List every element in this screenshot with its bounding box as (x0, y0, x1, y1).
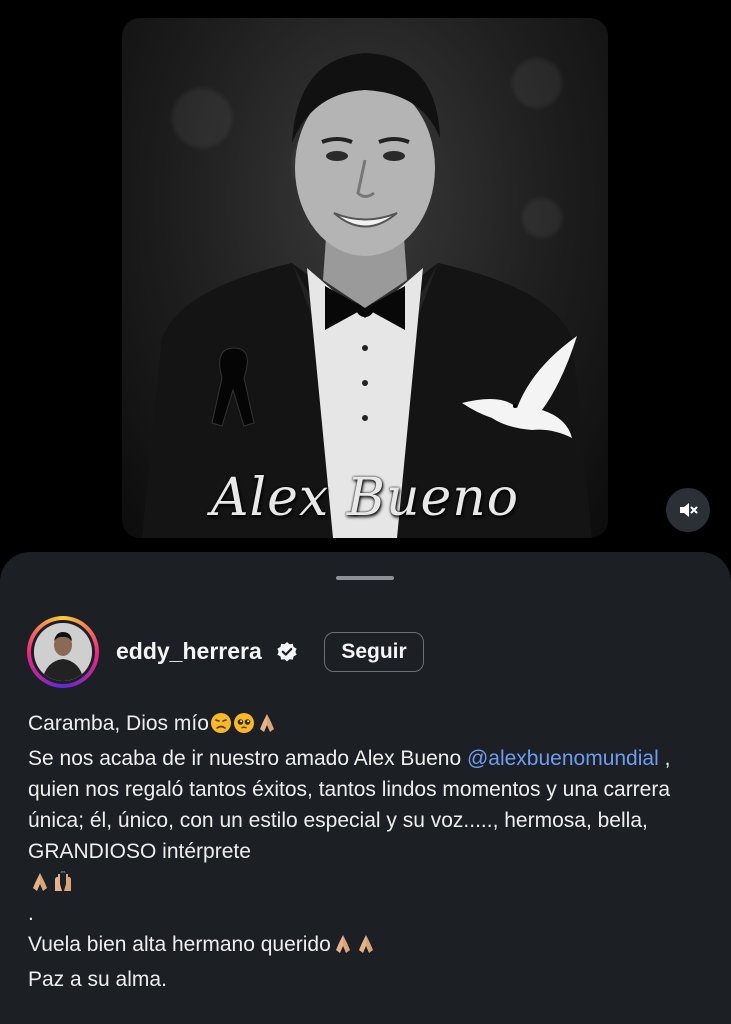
caption-sheet: eddy_herrera Seguir Caramba, Dios mío Se… (0, 552, 731, 1024)
follow-button[interactable]: Seguir (324, 632, 424, 672)
caption-paragraph: Se nos acaba de ir nuestro amado Alex Bu… (28, 743, 708, 867)
avatar-image (34, 623, 92, 681)
folded-hands-icon (358, 935, 373, 953)
verified-badge-icon (277, 642, 297, 662)
caption-text: Caramba, Dios mío (28, 712, 209, 735)
folded-hands-icon (259, 714, 274, 732)
post-media[interactable]: Alex Bueno (122, 18, 608, 538)
avatar-gap (31, 620, 95, 684)
caption-line: Paz a su alma. (28, 968, 167, 991)
raising-hands-icon (55, 871, 71, 891)
portrait-image (142, 53, 592, 538)
caption-separator: . (28, 902, 34, 925)
caption-text: Se nos acaba de ir nuestro amado Alex Bu… (28, 747, 462, 770)
speaker-muted-icon (680, 503, 698, 517)
caption-line: Vuela bien alta hermano querido (28, 929, 708, 960)
pleading-face-icon (233, 713, 254, 733)
caption-text: Vuela bien alta hermano querido (28, 933, 331, 956)
post-viewer: Alex Bueno eddy_herrera Seguir Caramba, … (0, 0, 731, 1024)
folded-hands-icon (33, 873, 47, 891)
avatar-story-ring[interactable] (27, 616, 99, 688)
folded-hands-icon (335, 935, 350, 953)
memorial-name-overlay: Alex Bueno (210, 468, 520, 528)
sheet-drag-handle[interactable] (336, 576, 394, 580)
mute-button[interactable] (666, 488, 710, 532)
caption-emoji-line (28, 867, 708, 898)
mention-link[interactable]: @alexbuenomundial (467, 747, 659, 770)
username[interactable]: eddy_herrera (116, 638, 262, 665)
caption-line: Caramba, Dios mío (28, 708, 708, 739)
post-caption: Caramba, Dios mío Se nos acaba de ir nue… (28, 708, 708, 995)
avatar (34, 623, 92, 681)
disappointed-face-icon (210, 713, 231, 733)
